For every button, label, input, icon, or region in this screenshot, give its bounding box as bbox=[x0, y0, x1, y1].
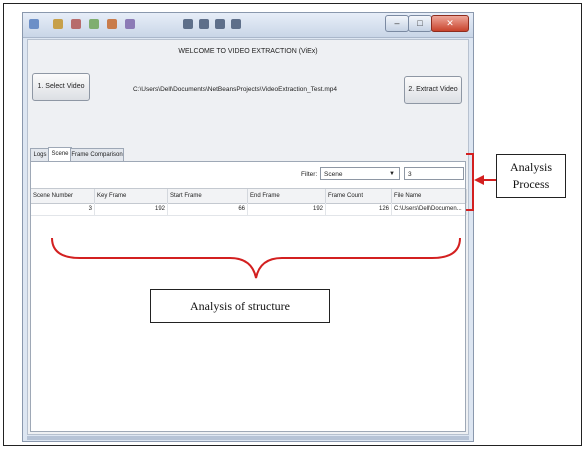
arrow-head-icon bbox=[474, 175, 484, 185]
analysis-process-label: Analysis Process bbox=[496, 154, 566, 198]
annotation-overlay bbox=[51, 153, 498, 279]
analysis-process-bracket bbox=[466, 153, 474, 211]
structure-brace bbox=[51, 237, 461, 279]
analysis-structure-label: Analysis of structure bbox=[150, 289, 330, 323]
